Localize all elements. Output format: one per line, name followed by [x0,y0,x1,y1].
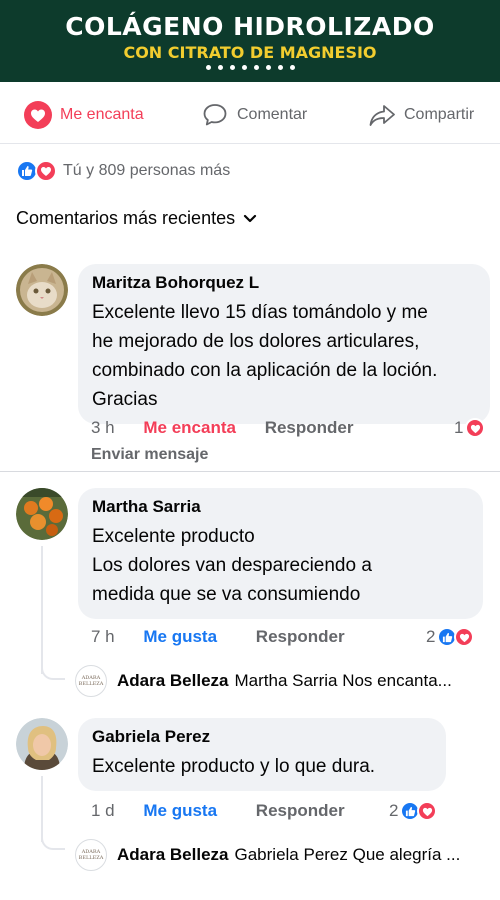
heart-icon [35,160,57,182]
reply-preview[interactable]: ADARA BELLEZA Adara Belleza Gabriela Pere… [75,839,460,871]
love-label: Me encanta [60,106,144,123]
avatar[interactable] [16,264,68,316]
react-button[interactable]: Me gusta [143,627,217,646]
avatar[interactable] [16,488,68,540]
comments-sort-label: Comentarios más recientes [16,208,236,228]
reaction-count-number: 1 [454,418,464,437]
share-label: Compartir [404,106,475,123]
comment-meta: 7 h Me gusta Responder [91,625,345,649]
thread-line [41,546,43,674]
reply-button[interactable]: Responder [256,801,345,820]
avatar: ADARA BELLEZA [75,839,107,871]
comment-button[interactable]: Comentar [201,101,307,129]
send-message-button[interactable]: Enviar mensaje [91,443,208,467]
comment-bubble: Gabriela Perez Excelente producto y lo q… [78,718,446,791]
chevron-down-icon [243,214,257,224]
comment-time[interactable]: 1 d [91,801,115,820]
carousel-dots[interactable] [0,63,500,70]
reaction-summary[interactable]: Tú y 809 personas más [16,159,230,183]
reaction-count[interactable]: 1 [454,416,486,440]
heart-icon [465,418,486,438]
heart-icon [24,101,52,129]
comment-bubble: Martha Sarria Excelente producto Los dol… [78,488,483,619]
comment-time[interactable]: 7 h [91,627,115,646]
comment-author[interactable]: Maritza Bohorquez L [92,273,476,293]
react-button[interactable]: Me encanta [143,418,236,437]
comment-meta: 1 d Me gusta Responder [91,799,345,823]
comment-bubble: Maritza Bohorquez L Excelente llevo 15 d… [78,264,490,424]
reply-author: Adara Belleza [117,845,229,864]
avatar: ADARA BELLEZA [75,665,107,697]
banner-subtitle: CON CITRATO DE MAGNESIO [123,43,377,62]
comment-text: Excelente llevo 15 días tomándolo y me h… [92,302,438,410]
promo-banner: COLÁGENO HIDROLIZADO CON CITRATO DE MAGN… [0,0,500,82]
heart-icon [417,801,438,821]
comment-time[interactable]: 3 h [91,418,115,437]
comment-author[interactable]: Gabriela Perez [92,727,432,747]
banner-title: COLÁGENO HIDROLIZADO [65,12,435,41]
comment-text: Excelente producto y lo que dura. [92,756,376,777]
reaction-count[interactable]: 2 [426,625,475,649]
reply-button[interactable]: Responder [256,627,345,646]
comment-label: Comentar [237,106,308,123]
thread-line [41,776,43,842]
reaction-count-number: 2 [426,627,436,646]
heart-icon [454,627,475,647]
thread-curve [41,834,65,850]
avatar[interactable] [16,718,68,770]
reply-author: Adara Belleza [117,671,229,690]
share-button[interactable]: Compartir [368,101,474,129]
comment-meta: 3 h Me encanta Responder [91,416,354,440]
reaction-count[interactable]: 2 [389,799,438,823]
speech-bubble-icon [201,101,229,129]
comments-sort-dropdown[interactable]: Comentarios más recientes [16,208,257,229]
reply-text: Gabriela Perez Que alegría ... [234,845,461,864]
share-arrow-icon [368,101,396,129]
comment-text: Excelente producto Los dolores van despa… [92,526,372,605]
reaction-summary-text: Tú y 809 personas más [63,162,231,179]
reply-text: Martha Sarria Nos encanta... [234,671,452,690]
comment-author[interactable]: Martha Sarria [92,497,469,517]
react-button[interactable]: Me gusta [143,801,217,820]
divider [0,471,500,472]
thread-curve [41,664,65,680]
reaction-count-number: 2 [389,801,399,820]
reply-preview[interactable]: ADARA BELLEZA Adara Belleza Martha Sarria… [75,665,452,697]
love-button[interactable]: Me encanta [24,101,144,129]
post-action-bar: Me encanta Comentar Compartir [0,82,500,144]
reply-button[interactable]: Responder [265,418,354,437]
